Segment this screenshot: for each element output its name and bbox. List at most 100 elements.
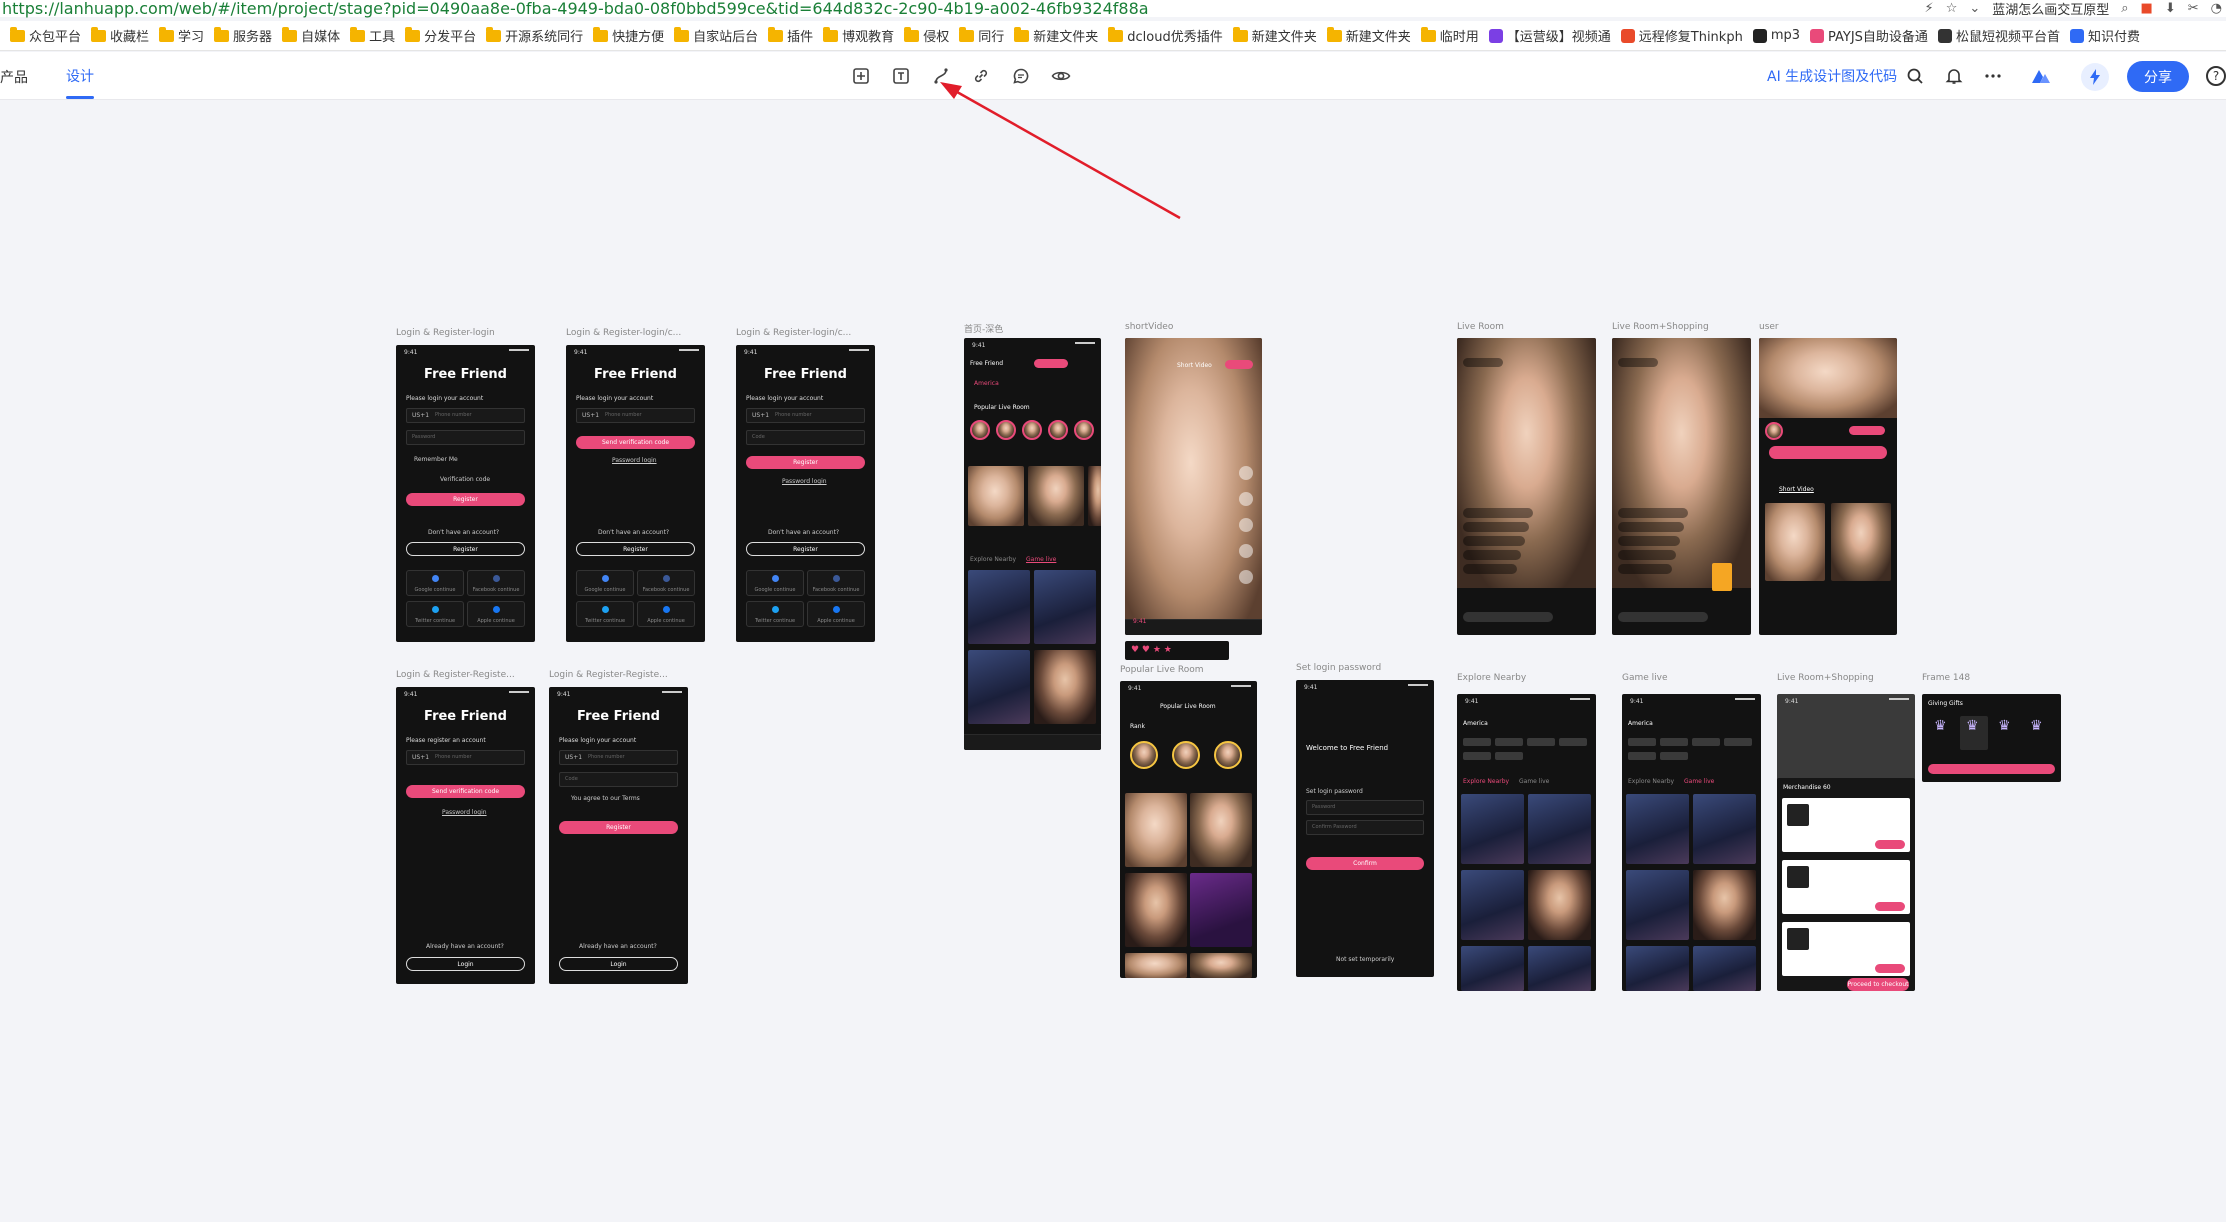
product-card[interactable] (1712, 563, 1732, 591)
live-thumb[interactable] (1626, 870, 1689, 940)
bookmark-item[interactable]: 新建文件夹 (1326, 26, 1411, 45)
search-icon[interactable]: ⌕ (2121, 1, 2128, 16)
artboard[interactable]: 9:41 Welcome to Free Friend Set login pass… (1296, 680, 1434, 977)
live-thumb[interactable] (968, 570, 1030, 644)
short-video-tab[interactable]: Short Video (1779, 486, 1814, 493)
artboard[interactable]: 9:41 Free Friend Please register an accoun… (396, 687, 535, 984)
artboard-label[interactable]: Explore Nearby (1457, 673, 1526, 683)
heart-icon[interactable]: ♥ ♥ ★ ★ (1131, 645, 1172, 655)
live-thumb[interactable] (1461, 794, 1524, 864)
filter-chip[interactable] (1692, 738, 1720, 746)
live-thumb[interactable] (1125, 873, 1187, 947)
password-login-link[interactable]: Password login (442, 809, 487, 816)
buy-button[interactable] (1875, 840, 1905, 849)
search-suggestion[interactable]: 蓝湖怎么画交互原型 (1992, 0, 2109, 18)
artboard[interactable]: 9:41 Free Friend Please login your account… (736, 345, 875, 642)
bookmark-item[interactable]: 插件 (768, 26, 813, 45)
ranked-avatar[interactable] (1130, 741, 1158, 769)
artboard[interactable]: 9:41 America Explore Nearby Game live (1622, 694, 1761, 991)
artboard[interactable]: 9:41 Free Friend Please login your account… (396, 345, 535, 642)
filter-chip[interactable] (1628, 752, 1656, 760)
bookmark-item[interactable]: 【运营级】视频通 (1488, 26, 1611, 45)
phone-input[interactable]: US+1 Phone number (559, 750, 678, 765)
host-chip[interactable] (1463, 358, 1503, 367)
bookmark-item[interactable]: 远程修复Thinkph (1620, 26, 1743, 45)
host-avatar[interactable] (1022, 420, 1042, 440)
host-avatar[interactable] (1048, 420, 1068, 440)
phone-input[interactable]: US+1 Phone number (406, 750, 525, 765)
register-outline-button[interactable]: Register (406, 542, 525, 556)
password-login-link[interactable]: Password login (612, 457, 657, 464)
social-login-button[interactable]: Facebook continue (637, 570, 695, 596)
star-icon[interactable]: ☆ (1946, 1, 1958, 16)
bookmark-item[interactable]: 侵权 (904, 26, 949, 45)
register-button[interactable]: Register (559, 821, 678, 834)
bookmark-item[interactable]: 众包平台 (10, 26, 81, 45)
password-input[interactable]: Password (406, 430, 525, 445)
live-thumb[interactable] (1034, 650, 1096, 724)
video-thumb[interactable] (1765, 503, 1825, 581)
phone-input[interactable]: US+1 Phone number (746, 408, 865, 423)
artboard-label[interactable]: 首页-深色 (964, 322, 1003, 335)
filter-chip[interactable] (1628, 738, 1656, 746)
bookmark-item[interactable]: 新建文件夹 (1232, 26, 1317, 45)
live-thumb[interactable] (1626, 946, 1689, 991)
gift-item[interactable]: ♛ (1992, 716, 2020, 750)
not-set-link[interactable]: Not set temporarily (1336, 956, 1394, 963)
explore-tab[interactable]: Explore Nearby (970, 556, 1016, 563)
code-input[interactable]: Code (746, 430, 865, 445)
user-avatar[interactable] (1765, 422, 1783, 440)
connector-tool-icon[interactable] (929, 64, 953, 88)
user-cover[interactable] (1759, 338, 1897, 418)
social-login-button[interactable]: Apple continue (467, 601, 525, 627)
action-icon[interactable] (1239, 570, 1253, 584)
live-thumb[interactable] (1461, 870, 1524, 940)
phone-input[interactable]: US+1 Phone number (406, 408, 525, 423)
social-login-button[interactable]: Google continue (406, 570, 464, 596)
live-thumb[interactable] (1028, 466, 1084, 526)
code-input[interactable]: Code (559, 772, 678, 787)
artboard[interactable]: 9:41Short Video9:41 (1125, 338, 1262, 635)
lanhu-logo-icon[interactable] (2029, 64, 2053, 88)
artboard-label[interactable]: Login & Register-login/c... (566, 328, 681, 338)
bookmark-item[interactable]: 松鼠短视频平台首 (1937, 26, 2060, 45)
preview-eye-icon[interactable] (1049, 64, 1073, 88)
artboard[interactable]: 9:41 Free Friend America Popular Live Room E… (964, 338, 1101, 750)
chevron-down-icon[interactable]: ⌄ (1969, 1, 1980, 16)
artboard-label[interactable]: Live Room+Shopping (1612, 322, 1709, 332)
follow-chip[interactable] (1225, 360, 1253, 369)
register-outline-button[interactable]: Register (576, 542, 695, 556)
comment-input[interactable] (1618, 612, 1708, 622)
bookmark-item[interactable]: 快捷方便 (593, 26, 664, 45)
profile-icon[interactable]: ◔ (2211, 1, 2222, 16)
filter-chip[interactable] (1495, 738, 1523, 746)
live-thumb[interactable] (1528, 946, 1591, 991)
bookmark-item[interactable]: 开源系统同行 (486, 26, 583, 45)
artboard-label[interactable]: Login & Register-Registe... (396, 670, 515, 680)
filter-chip[interactable] (1660, 738, 1688, 746)
filter-chip[interactable] (1660, 752, 1688, 760)
artboard[interactable]: 9:41 Free Friend Please login your account… (549, 687, 688, 984)
live-thumb[interactable] (968, 466, 1024, 526)
host-avatar[interactable] (970, 420, 990, 440)
explore-tab[interactable]: Explore Nearby (1463, 778, 1509, 785)
send-code-button[interactable]: Send verification code (406, 785, 525, 798)
tab-product[interactable]: 产品 (0, 67, 28, 87)
bookmark-item[interactable]: 自媒体 (282, 26, 340, 45)
live-thumb[interactable] (1693, 870, 1756, 940)
bookmark-item[interactable]: 新建文件夹 (1014, 26, 1098, 45)
live-thumb[interactable] (1190, 793, 1252, 867)
text-tool-icon[interactable] (889, 64, 913, 88)
live-thumb[interactable] (1088, 466, 1101, 526)
ranked-avatar[interactable] (1172, 741, 1200, 769)
artboard-label[interactable]: Popular Live Room (1120, 665, 1203, 675)
link-icon[interactable] (969, 64, 993, 88)
social-login-button[interactable]: Apple continue (637, 601, 695, 627)
bookmark-item[interactable]: mp3 (1752, 28, 1800, 43)
artboard[interactable]: 9:41 Merchandise 60 Proceed to checkout (1777, 694, 1915, 991)
address-bar[interactable]: https://lanhuapp.com/web/#/item/project/… (0, 0, 2226, 18)
filter-chip[interactable] (1463, 738, 1491, 746)
social-login-button[interactable]: Facebook continue (807, 570, 865, 596)
video-frame[interactable] (1125, 338, 1262, 635)
artboard[interactable]: 9:41 Popular Live Room Rank (1120, 681, 1257, 978)
